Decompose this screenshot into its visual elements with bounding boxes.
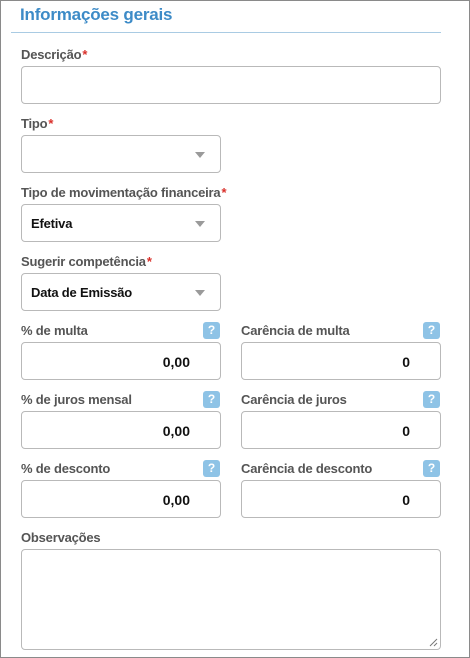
tipo-select[interactable] <box>21 135 221 173</box>
sugerir-competencia-select[interactable]: Data de Emissão <box>21 273 221 311</box>
carencia-juros-label: Carência de juros <box>241 392 347 407</box>
chevron-down-icon <box>195 152 205 158</box>
carencia-desconto-label: Carência de desconto <box>241 461 373 476</box>
help-icon[interactable]: ? <box>423 322 440 339</box>
tipo-movimentacao-value: Efetiva <box>31 216 73 231</box>
chevron-down-icon <box>195 221 205 227</box>
help-icon[interactable]: ? <box>203 391 220 408</box>
tipo-label: Tipo* <box>21 116 54 131</box>
form-panel: Informações gerais Descrição* Tipo* Tipo… <box>0 0 470 658</box>
sugerir-competencia-label: Sugerir competência* <box>21 254 152 269</box>
juros-value: 0,00 <box>162 423 190 439</box>
desconto-label: % de desconto <box>21 461 111 476</box>
help-icon[interactable]: ? <box>203 460 220 477</box>
required-marker: * <box>48 116 54 131</box>
multa-label: % de multa <box>21 323 88 338</box>
resize-handle-icon[interactable] <box>429 638 438 647</box>
carencia-desconto-value: 0 <box>402 492 410 508</box>
tipo-movimentacao-label: Tipo de movimentação financeira* <box>21 185 227 200</box>
chevron-down-icon <box>195 290 205 296</box>
multa-value: 0,00 <box>162 354 190 370</box>
section-title: Informações gerais <box>20 5 173 24</box>
carencia-juros-value: 0 <box>402 423 410 439</box>
help-icon[interactable]: ? <box>203 322 220 339</box>
carencia-desconto-input[interactable]: 0 <box>241 480 441 518</box>
desconto-value: 0,00 <box>162 492 190 508</box>
juros-input[interactable]: 0,00 <box>21 411 221 449</box>
desconto-input[interactable]: 0,00 <box>21 480 221 518</box>
help-icon[interactable]: ? <box>423 460 440 477</box>
tipo-movimentacao-select[interactable]: Efetiva <box>21 204 221 242</box>
descricao-label: Descrição* <box>21 47 88 62</box>
required-marker: * <box>82 47 88 62</box>
observacoes-textarea[interactable] <box>21 549 441 650</box>
multa-input[interactable]: 0,00 <box>21 342 221 380</box>
juros-label: % de juros mensal <box>21 392 132 407</box>
carencia-juros-input[interactable]: 0 <box>241 411 441 449</box>
observacoes-label: Observações <box>21 530 101 545</box>
sugerir-competencia-value: Data de Emissão <box>31 285 133 300</box>
carencia-multa-value: 0 <box>402 354 410 370</box>
help-icon[interactable]: ? <box>423 391 440 408</box>
carencia-multa-label: Carência de multa <box>241 323 350 338</box>
descricao-input[interactable] <box>21 66 441 104</box>
section-divider <box>11 32 441 33</box>
required-marker: * <box>221 185 227 200</box>
carencia-multa-input[interactable]: 0 <box>241 342 441 380</box>
required-marker: * <box>146 254 152 269</box>
